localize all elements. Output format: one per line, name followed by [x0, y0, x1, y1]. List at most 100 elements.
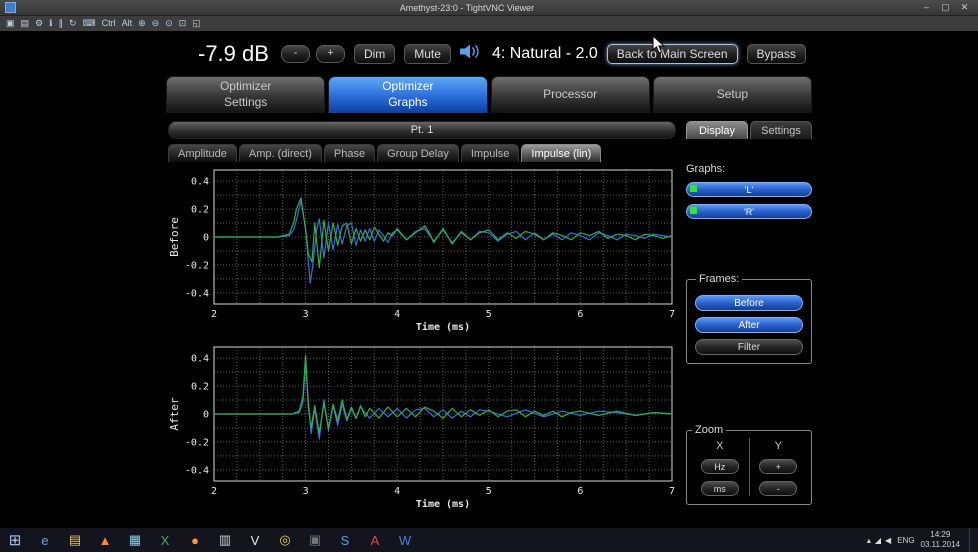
- system-tray: ▴ ◢ ◀ ENG 14:29 03.11.2014: [867, 528, 978, 552]
- back-to-main-button[interactable]: Back to Main Screen: [607, 44, 738, 64]
- frame-buttons: Before After Filter: [695, 295, 803, 355]
- close-button[interactable]: ✕: [956, 2, 973, 13]
- taskbar-skype-icon[interactable]: S: [330, 528, 360, 552]
- taskbar-word-icon[interactable]: W: [390, 528, 420, 552]
- before-chart: 0.40.20-0.2-0.4234567Time (ms)Before: [166, 164, 678, 339]
- graph-tab-impulse-lin[interactable]: Impulse (lin): [521, 144, 601, 162]
- graph-tab-phase[interactable]: Phase: [324, 144, 375, 162]
- frame-after-button[interactable]: After: [695, 317, 803, 333]
- svg-text:5: 5: [486, 486, 492, 497]
- graph-tab-group-delay[interactable]: Group Delay: [377, 144, 459, 162]
- volume-down-button[interactable]: -: [281, 45, 310, 63]
- svg-text:2: 2: [211, 309, 217, 320]
- tab-optimizer-graphs[interactable]: OptimizerGraphs: [328, 76, 487, 113]
- pause-icon[interactable]: ∥: [58, 17, 65, 30]
- graph-l-button[interactable]: 'L': [686, 182, 812, 197]
- zoom-group: Zoom X Hz ms Y + -: [686, 424, 812, 505]
- bypass-button[interactable]: Bypass: [747, 44, 806, 64]
- taskbar-firefox-icon[interactable]: ●: [180, 528, 210, 552]
- svg-text:0.4: 0.4: [191, 177, 209, 188]
- save-session-icon[interactable]: ▤: [20, 17, 31, 30]
- svg-text:6: 6: [577, 309, 583, 320]
- minimize-button[interactable]: –: [918, 2, 935, 13]
- connection-info-icon[interactable]: ℹ: [48, 17, 53, 30]
- frames-label: Frames:: [696, 273, 742, 285]
- graph-tab-amp-direct[interactable]: Amp. (direct): [239, 144, 322, 162]
- graph-r-button[interactable]: 'R': [686, 204, 812, 219]
- panel-tab-settings[interactable]: Settings: [750, 121, 812, 139]
- taskbar-app-icon[interactable]: ▣: [300, 528, 330, 552]
- frame-filter-button[interactable]: Filter: [695, 339, 803, 355]
- taskbar-start-button[interactable]: ⊞: [0, 528, 30, 552]
- zoom-fit-icon[interactable]: ⊡: [178, 17, 188, 30]
- taskbar-ie-icon[interactable]: e: [30, 528, 60, 552]
- tab-processor[interactable]: Processor: [491, 76, 650, 113]
- graph-tab-amplitude[interactable]: Amplitude: [168, 144, 237, 162]
- taskbar-calculator-icon[interactable]: ▦: [120, 528, 150, 552]
- charts-column: Pt. 1 AmplitudeAmp. (direct)PhaseGroup D…: [166, 121, 678, 516]
- zoom-y-plus-button[interactable]: +: [759, 459, 797, 474]
- taskbar-chrome-icon[interactable]: ◎: [270, 528, 300, 552]
- taskbar-acrobat-icon[interactable]: A: [360, 528, 390, 552]
- measurement-point-bar[interactable]: Pt. 1: [168, 121, 676, 139]
- window-title: Amethyst-23:0 - TightVNC Viewer: [16, 3, 918, 13]
- zoom-hz-button[interactable]: Hz: [701, 459, 739, 474]
- refresh-icon[interactable]: ↻: [68, 17, 78, 30]
- graph-buttons: 'L' 'R': [686, 182, 812, 219]
- zoom-label: Zoom: [692, 424, 726, 436]
- alt-key-icon[interactable]: Alt: [121, 17, 134, 30]
- tab-setup[interactable]: Setup: [653, 76, 812, 113]
- taskbar-items: ⊞e▤▲▦X●▥V◎▣SAW: [0, 528, 420, 552]
- taskbar-vlc-icon[interactable]: ▲: [90, 528, 120, 552]
- graph-tab-impulse[interactable]: Impulse: [461, 144, 520, 162]
- tray-chevron-up-icon[interactable]: ▴: [867, 536, 871, 545]
- main-content: Pt. 1 AmplitudeAmp. (direct)PhaseGroup D…: [166, 121, 812, 516]
- zoom-y-header: Y: [775, 440, 782, 452]
- frame-before-button[interactable]: Before: [695, 295, 803, 311]
- clock-date: 03.11.2014: [921, 540, 960, 549]
- taskbar-explorer-icon[interactable]: ▤: [60, 528, 90, 552]
- taskbar-vnc-icon[interactable]: V: [240, 528, 270, 552]
- svg-text:4: 4: [394, 486, 400, 497]
- maximize-button[interactable]: ▢: [937, 2, 954, 13]
- svg-text:7: 7: [669, 309, 675, 320]
- vnc-window: Amethyst-23:0 - TightVNC Viewer – ▢ ✕ ▣ ▤…: [0, 0, 978, 32]
- taskbar: ⊞e▤▲▦X●▥V◎▣SAW ▴ ◢ ◀ ENG 14:29 03.11.2014: [0, 527, 978, 552]
- svg-text:5: 5: [486, 309, 492, 320]
- tab-optimizer-settings[interactable]: OptimizerSettings: [166, 76, 325, 113]
- volume-up-button[interactable]: +: [316, 45, 345, 63]
- tray-volume-icon[interactable]: ◀: [885, 536, 891, 545]
- mute-button[interactable]: Mute: [404, 44, 451, 64]
- zoom-y-minus-button[interactable]: -: [759, 481, 797, 496]
- svg-text:0: 0: [203, 233, 209, 244]
- amethyst-app: -7.9 dB - + Dim Mute 4: Natural - 2.0 Ba…: [166, 37, 812, 516]
- svg-text:-0.2: -0.2: [185, 437, 209, 448]
- clock-time: 14:29: [930, 530, 950, 539]
- show-desktop-button[interactable]: [969, 528, 975, 552]
- zoom-100-icon[interactable]: ⊙: [164, 17, 174, 30]
- zoom-out-icon[interactable]: ⊖: [151, 17, 161, 30]
- window-titlebar[interactable]: Amethyst-23:0 - TightVNC Viewer – ▢ ✕: [0, 0, 978, 16]
- zoom-ms-button[interactable]: ms: [701, 481, 739, 496]
- graph-r-active-indicator: [690, 207, 697, 214]
- zoom-in-icon[interactable]: ⊕: [137, 17, 147, 30]
- vnc-toolbar: ▣ ▤⚙ ℹ ∥↻ ⌨ Ctrl Alt⊕ ⊖⊙ ⊡◱: [0, 16, 978, 32]
- svg-text:After: After: [168, 397, 181, 430]
- vnc-app-icon: [5, 2, 16, 13]
- new-connection-icon[interactable]: ▣: [5, 17, 16, 30]
- impulse-plot-before: 0.40.20-0.2-0.4234567Time (ms)Before: [166, 164, 678, 334]
- svg-text:-0.4: -0.4: [185, 288, 209, 299]
- svg-text:0.4: 0.4: [191, 354, 209, 365]
- tray-network-icon[interactable]: ◢: [875, 536, 881, 545]
- volume-icon: [460, 44, 482, 64]
- taskbar-excel-icon[interactable]: X: [150, 528, 180, 552]
- fullscreen-icon[interactable]: ◱: [191, 17, 202, 30]
- clock[interactable]: 14:29 03.11.2014: [921, 530, 960, 549]
- ctrl-alt-del-icon[interactable]: ⌨: [82, 17, 97, 30]
- dim-button[interactable]: Dim: [354, 44, 395, 64]
- language-indicator[interactable]: ENG: [897, 536, 914, 545]
- ctrl-key-icon[interactable]: Ctrl: [101, 17, 117, 30]
- panel-tab-display[interactable]: Display: [686, 121, 748, 139]
- connection-options-icon[interactable]: ⚙: [34, 17, 44, 30]
- taskbar-notepad-icon[interactable]: ▥: [210, 528, 240, 552]
